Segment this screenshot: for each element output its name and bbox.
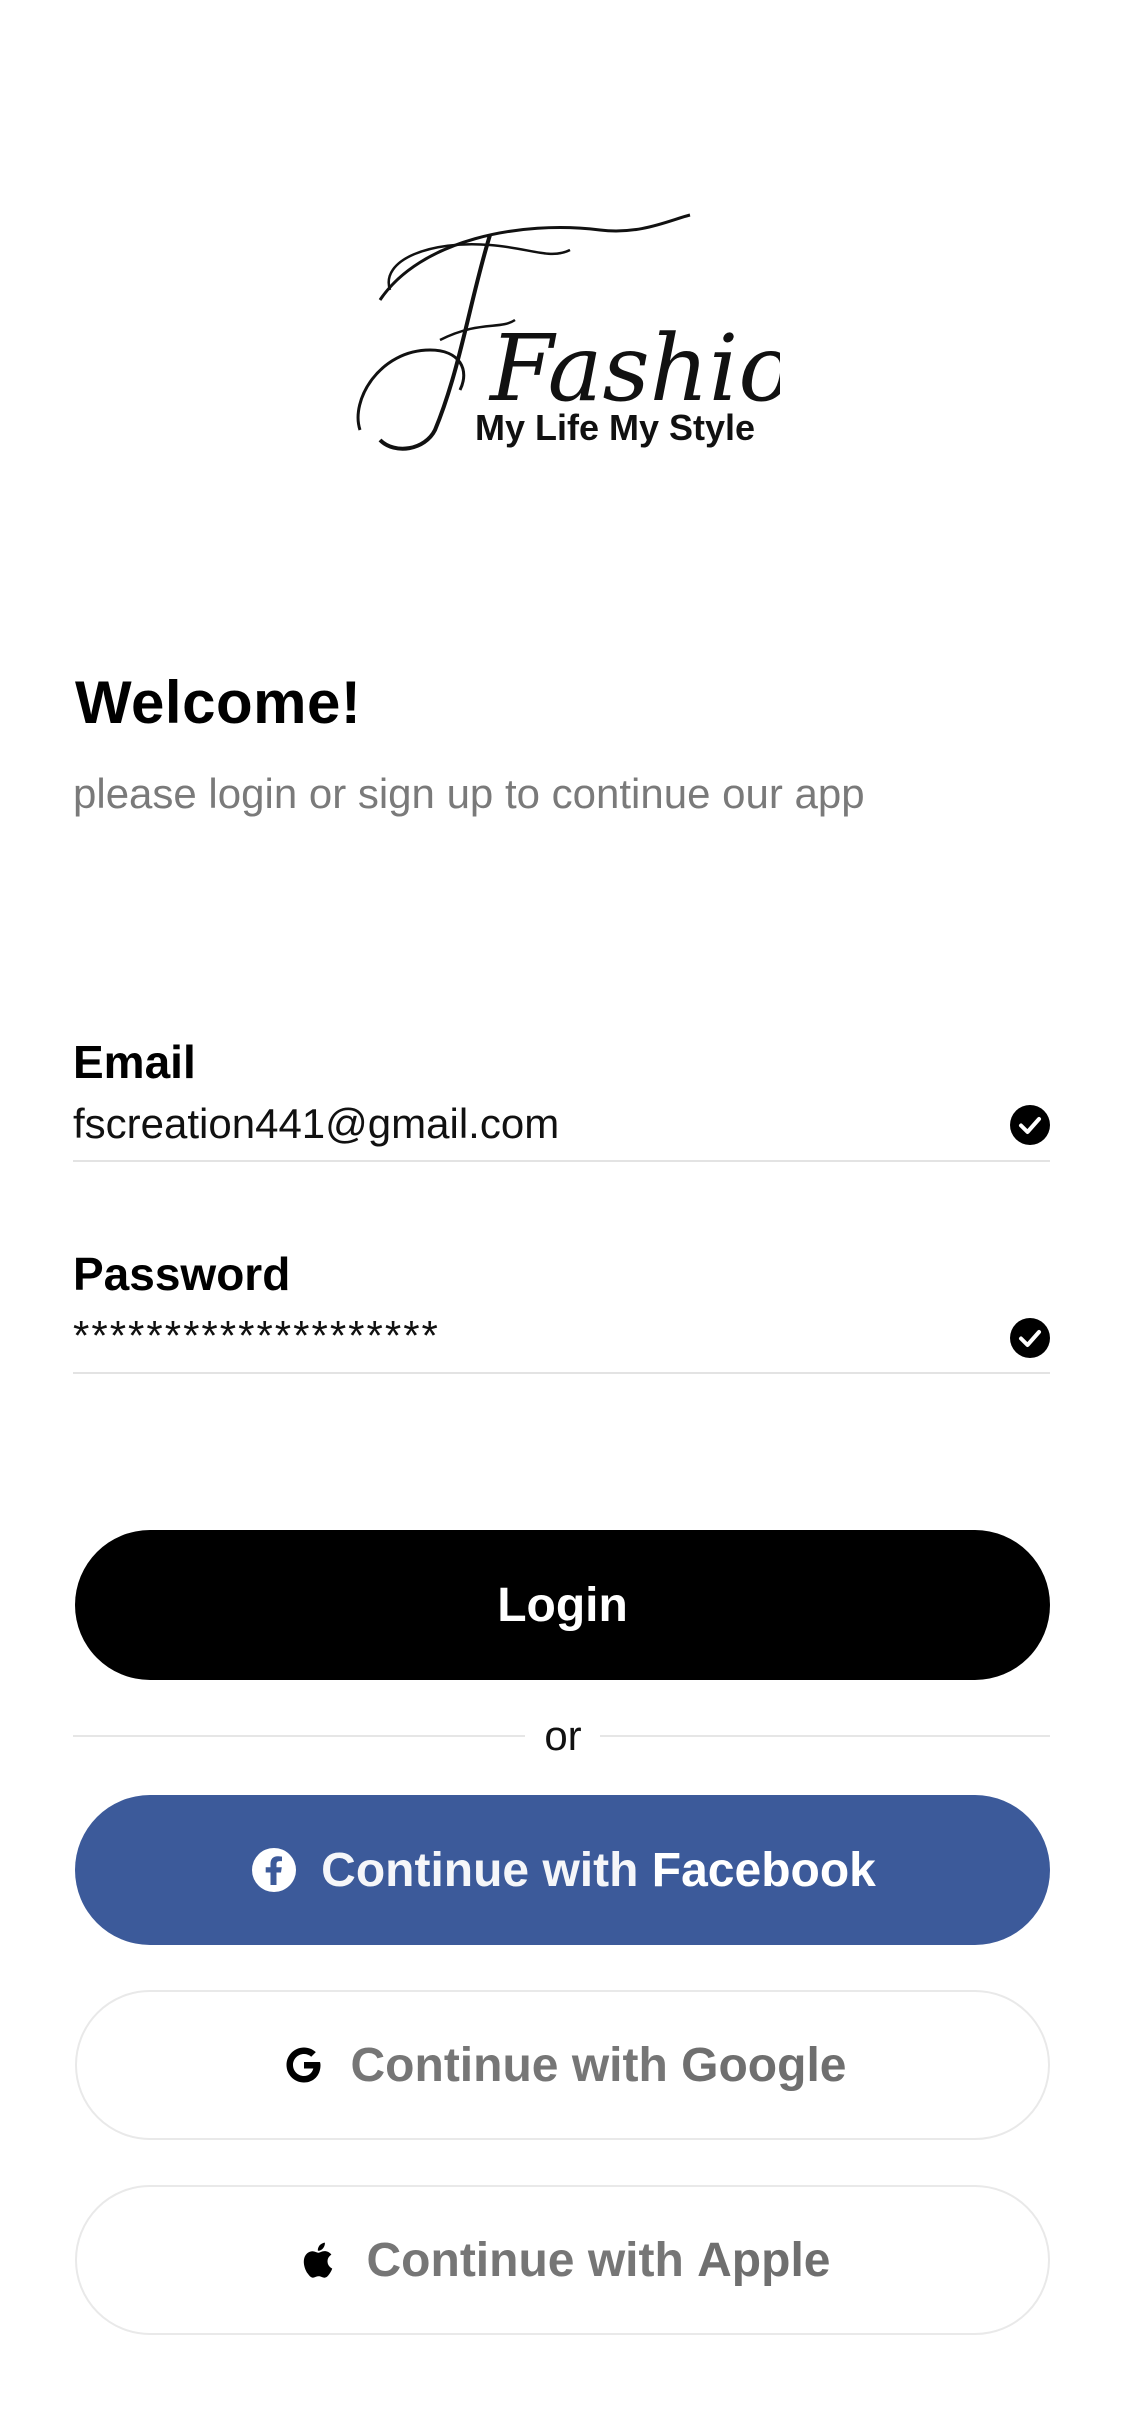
- logo-wordmark: Fashions: [488, 315, 780, 422]
- or-separator: or: [544, 1712, 582, 1759]
- facebook-brand: Facebook: [651, 1843, 876, 1897]
- welcome-subtitle: please login or sign up to continue our …: [73, 770, 865, 817]
- continue-with-facebook-button[interactable]: Continue with Facebook: [75, 1795, 1050, 1945]
- apple-icon: [295, 2235, 345, 2285]
- password-underline: [73, 1372, 1050, 1374]
- google-prefix: Continue with: [350, 2038, 668, 2092]
- email-label: Email: [73, 1036, 196, 1088]
- brand-logo: Fashions My Life My Style: [340, 200, 780, 470]
- email-underline: [73, 1160, 1050, 1162]
- logo-script-mark: Fashions My Life My Style: [356, 213, 780, 451]
- check-circle-icon: [1010, 1318, 1050, 1358]
- facebook-icon: [249, 1845, 299, 1895]
- google-brand: Google: [681, 2038, 847, 2092]
- facebook-prefix: Continue with: [321, 1843, 639, 1897]
- divider-right: [600, 1735, 1050, 1737]
- apple-prefix: Continue with: [366, 2233, 684, 2287]
- login-button-label: Login: [497, 1578, 628, 1632]
- continue-with-google-button[interactable]: Continue with Google: [75, 1990, 1050, 2140]
- apple-brand: Apple: [697, 2233, 831, 2287]
- logo-tagline: My Life My Style: [475, 407, 755, 448]
- continue-with-apple-button[interactable]: Continue with Apple: [75, 2185, 1050, 2335]
- divider-left: [73, 1735, 525, 1737]
- password-field[interactable]: ********************: [73, 1312, 440, 1360]
- login-button[interactable]: Login: [75, 1530, 1050, 1680]
- google-icon: [279, 2040, 329, 2090]
- password-label: Password: [73, 1248, 291, 1300]
- check-circle-icon: [1010, 1105, 1050, 1145]
- email-field[interactable]: fscreation441@gmail.com: [73, 1100, 559, 1148]
- welcome-title: Welcome!: [75, 669, 362, 736]
